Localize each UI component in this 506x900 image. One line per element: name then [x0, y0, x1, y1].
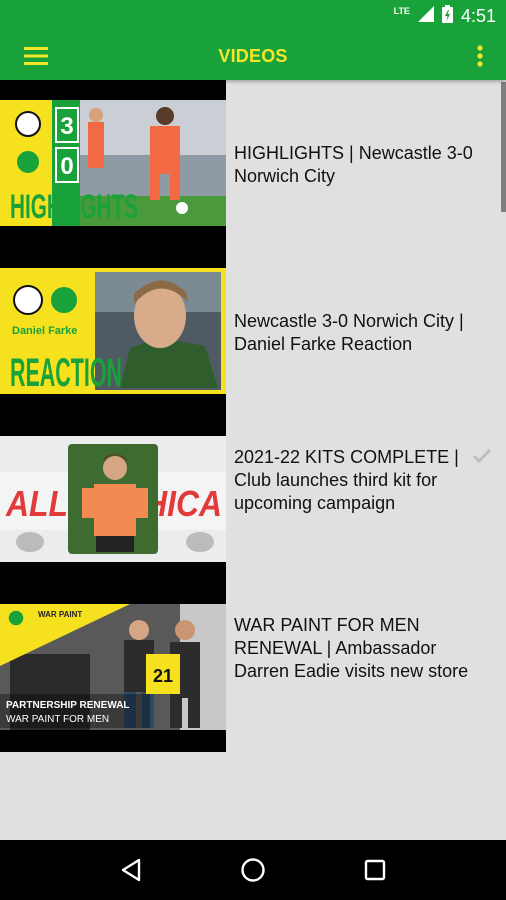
status-bar: LTE 4:51	[0, 0, 506, 32]
thumb-line1: PARTNERSHIP RENEWAL	[6, 700, 130, 711]
recents-icon[interactable]	[351, 846, 399, 894]
video-item[interactable]: Daniel Farke REACTION Newcastle 3-0 Norw…	[0, 248, 506, 416]
more-options-icon[interactable]	[468, 42, 492, 70]
navigation-bar	[0, 840, 506, 900]
score-top: 3	[60, 113, 73, 140]
video-title[interactable]: WAR PAINT FOR MEN RENEWAL | Ambassador D…	[234, 614, 490, 683]
thumb-brand: WAR PAINT	[38, 610, 82, 619]
signal-icon	[417, 5, 434, 27]
video-thumbnail[interactable]: 3 0 HIGHLIGHTS	[0, 80, 226, 248]
video-thumbnail[interactable]: ALLIN ... HICA	[0, 416, 226, 584]
video-item[interactable]: WAR PAINT 21 PARTNERSHIP RENEWAL WAR PAI…	[0, 584, 506, 752]
video-list: 3 0 HIGHLIGHTS HIGHLIGHTS | Newcastle 3-…	[0, 80, 506, 840]
score-bottom: 0	[60, 153, 73, 180]
shirt-number: 21	[153, 666, 173, 686]
page-title: VIDEOS	[218, 46, 288, 66]
battery-icon	[441, 4, 453, 28]
video-title[interactable]: HIGHLIGHTS | Newcastle 3-0 Norwich City	[234, 142, 490, 188]
video-title[interactable]: Newcastle 3-0 Norwich City | Daniel Fark…	[234, 310, 490, 356]
thumb-name: Daniel Farke	[12, 325, 77, 337]
video-item[interactable]: ALLIN ... HICA 2021-22 KITS COMPLETE | C…	[0, 416, 506, 584]
lte-label: LTE	[393, 6, 410, 16]
scrollbar[interactable]	[501, 82, 506, 212]
app-bar: VIDEOS	[0, 32, 506, 80]
video-title[interactable]: 2021-22 KITS COMPLETE | Club launches th…	[234, 446, 490, 515]
clock: 4:51	[460, 5, 496, 26]
back-icon[interactable]	[107, 846, 155, 894]
video-item[interactable]: 3 0 HIGHLIGHTS HIGHLIGHTS | Newcastle 3-…	[0, 80, 506, 248]
thumb-headline: HIGHLIGHTS	[10, 188, 138, 226]
thumb-line2: WAR PAINT FOR MEN	[6, 714, 109, 725]
thumb-headline: REACTION	[10, 351, 122, 394]
video-thumbnail[interactable]: Daniel Farke REACTION	[0, 248, 226, 416]
home-icon[interactable]	[229, 846, 277, 894]
video-thumbnail[interactable]: WAR PAINT 21 PARTNERSHIP RENEWAL WAR PAI…	[0, 584, 226, 752]
checkmark-icon	[472, 448, 492, 469]
